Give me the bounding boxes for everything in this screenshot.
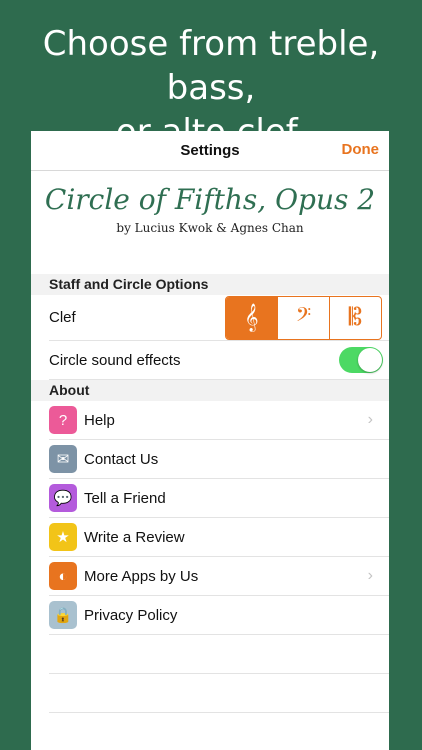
alto-clef-icon: 𝄡: [348, 303, 363, 331]
about-item-contact-us[interactable]: ✉ Contact Us: [49, 440, 389, 479]
chevron-right-icon: ›: [367, 567, 373, 584]
clef-row: Clef 𝄞 𝄢 𝄡: [49, 295, 389, 341]
navigation-bar: Settings Done: [31, 131, 389, 171]
about-item-privacy-policy[interactable]: 🔒 Privacy Policy: [49, 596, 389, 635]
about-item-label: Tell a Friend: [84, 489, 166, 507]
sound-effects-row: Circle sound effects: [49, 341, 389, 380]
about-item-tell-a-friend[interactable]: 💬 Tell a Friend: [49, 479, 389, 518]
treble-clef-icon: 𝄞: [244, 303, 259, 331]
alto-clef-segment[interactable]: 𝄡: [329, 296, 381, 339]
toggle-knob: [358, 348, 382, 372]
about-item-write-a-review[interactable]: ★ Write a Review: [49, 518, 389, 557]
about-item-label: Write a Review: [84, 528, 185, 546]
app-title: Circle of Fifths, Opus 2: [44, 183, 376, 216]
about-item-label: Privacy Policy: [84, 606, 178, 624]
chevron-right-icon: ›: [367, 411, 373, 428]
chat-bubble-icon: 💬: [49, 484, 77, 512]
done-button[interactable]: Done: [342, 141, 380, 158]
about-item-more-apps-by-us[interactable]: ◐ More Apps by Us ›: [49, 557, 389, 596]
compass-icon: ◐: [49, 562, 77, 590]
app-header: Circle of Fifths, Opus 2 by Lucius Kwok …: [31, 171, 389, 274]
empty-row: [49, 635, 389, 674]
staff-section-header: Staff and Circle Options: [31, 274, 389, 295]
about-item-help[interactable]: ? Help ›: [49, 401, 389, 440]
envelope-icon: ✉: [49, 445, 77, 473]
bass-clef-segment[interactable]: 𝄢: [277, 296, 329, 339]
about-list: ? Help › ✉ Contact Us 💬 Tell a Friend ★ Write a …: [31, 401, 389, 635]
sound-effects-toggle[interactable]: [339, 347, 383, 373]
nav-title: Settings: [180, 142, 240, 159]
clef-label: Clef: [49, 309, 76, 326]
treble-clef-segment[interactable]: 𝄞: [226, 296, 277, 339]
about-item-label: Contact Us: [84, 450, 159, 468]
about-item-label: Help: [84, 411, 115, 429]
empty-row: [49, 674, 389, 713]
promo-line-1: Choose from treble, bass,: [42, 24, 380, 108]
star-icon: ★: [49, 523, 77, 551]
about-item-label: More Apps by Us: [84, 567, 199, 585]
lock-icon: 🔒: [49, 601, 77, 629]
sound-effects-label: Circle sound effects: [49, 351, 181, 369]
clef-segmented-control[interactable]: 𝄞 𝄢 𝄡: [225, 295, 382, 340]
app-byline: by Lucius Kwok & Agnes Chan: [116, 221, 304, 235]
bass-clef-icon: 𝄢: [295, 303, 312, 331]
settings-screen: Settings Done Circle of Fifths, Opus 2 b…: [31, 131, 389, 750]
about-section-header: About: [31, 380, 389, 401]
help-icon: ?: [49, 406, 77, 434]
